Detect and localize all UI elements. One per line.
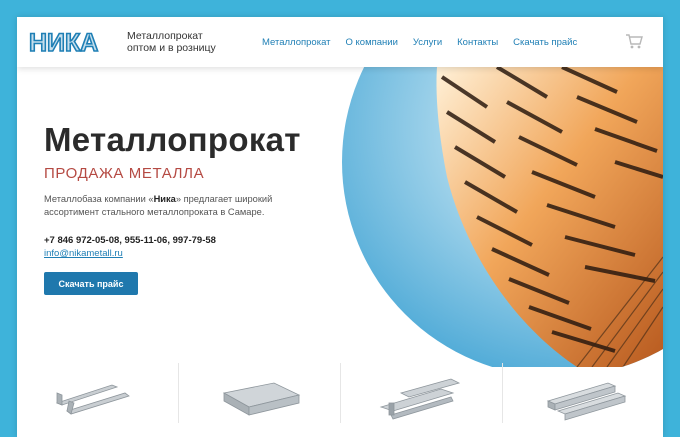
product-square-bar[interactable]: [503, 363, 663, 423]
nav-download-price[interactable]: Скачать прайс: [513, 37, 577, 48]
nav-about[interactable]: О компании: [346, 37, 398, 48]
tagline-line2: оптом и в розницу: [127, 42, 216, 54]
product-angle[interactable]: [17, 363, 177, 423]
hero-subtitle: ПРОДАЖА МЕТАЛЛА: [44, 165, 205, 182]
tagline-line1: Металлопрокат: [127, 30, 203, 42]
hero-description: Металлобаза компании «Ника» предлагает ш…: [44, 193, 294, 219]
nav-services[interactable]: Услуги: [413, 37, 442, 48]
tagline: Металлопрокат оптом и в розницу: [127, 30, 216, 54]
download-price-button[interactable]: Скачать прайс: [44, 272, 138, 295]
desc-part1: Металлобаза компании «: [44, 194, 154, 204]
logo-text-fill: НИКА: [29, 30, 98, 54]
phone-numbers: +7 846 972-05-08, 955-11-06, 997-79-58: [44, 235, 216, 246]
product-ibeam[interactable]: [341, 363, 501, 423]
nav-metalloprokat[interactable]: Металлопрокат: [262, 37, 331, 48]
square-bar-icon: [546, 382, 627, 421]
logo[interactable]: НИКА НИКА: [29, 30, 115, 54]
nav-contacts[interactable]: Контакты: [457, 37, 498, 48]
main-nav: Металлопрокат О компании Услуги Контакты…: [262, 37, 592, 48]
channel-steel-icon: [222, 382, 301, 416]
hero-title: Металлопрокат: [44, 121, 301, 158]
product-strip: [17, 363, 663, 423]
email-link[interactable]: info@nikametall.ru: [44, 248, 123, 259]
product-channel[interactable]: [179, 363, 339, 423]
angle-steel-icon: [55, 384, 130, 415]
site-header: НИКА НИКА Металлопрокат оптом и в розниц…: [17, 17, 663, 67]
cart-icon[interactable]: [625, 33, 643, 49]
page: НИКА НИКА Металлопрокат оптом и в розниц…: [17, 17, 663, 437]
i-beam-icon: [379, 378, 461, 420]
desc-brand: Ника: [153, 194, 176, 204]
